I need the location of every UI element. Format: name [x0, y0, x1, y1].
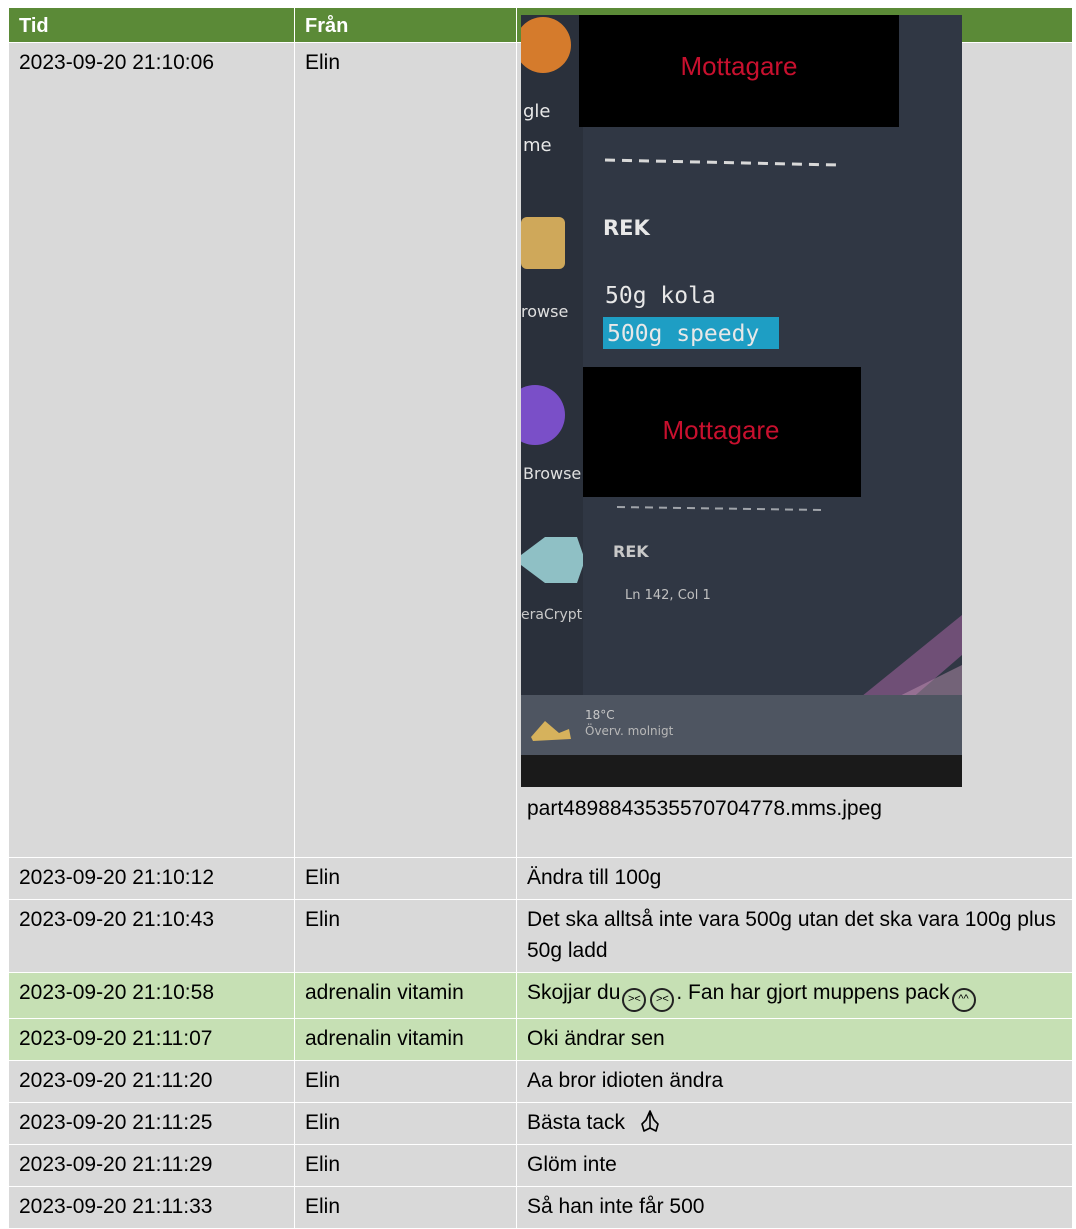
time-cell: 2023-09-20 21:11:29	[8, 1144, 295, 1187]
svg-text:Ln 142, Col 1: Ln 142, Col 1	[625, 588, 711, 603]
svg-text:Mottagare: Mottagare	[680, 51, 797, 81]
svg-text:Mottagare: Mottagare	[662, 415, 779, 445]
svg-text:REK: REK	[603, 216, 651, 240]
content-cell: Bästa tack	[516, 1102, 1073, 1145]
svg-text:REK: REK	[613, 542, 649, 561]
table-row: 2023-09-20 21:11:29 Elin Glöm inte	[8, 1144, 1073, 1187]
message-text: Skojjar du	[527, 981, 621, 1004]
svg-text:eraCrypt: eraCrypt	[521, 607, 583, 623]
from-cell: Elin	[294, 899, 517, 973]
svg-text:Överv. molnigt: Överv. molnigt	[585, 722, 674, 738]
content-cell: gle me rowse Browse eraCrypt Mottagare R…	[505, 15, 1073, 858]
svg-text:Browse: Browse	[523, 464, 581, 483]
svg-text:500g speedy: 500g speedy	[607, 321, 759, 347]
content-cell: Skojjar du >< ><. Fan har gjort muppens pa…	[516, 972, 1073, 1019]
confounded-face-icon: ><	[622, 988, 647, 1012]
table-row: 2023-09-20 21:11:07 adrenalin vitamin Ok…	[8, 1018, 1073, 1061]
content-cell: Det ska alltså inte vara 500g utan det s…	[516, 899, 1073, 973]
time-cell: 2023-09-20 21:10:43	[8, 899, 295, 973]
from-cell: Elin	[294, 1102, 517, 1145]
folded-hands-icon	[641, 1110, 659, 1132]
content-cell: Så han inte får 500	[516, 1186, 1073, 1229]
time-cell: 2023-09-20 21:11:25	[8, 1102, 295, 1145]
time-cell: 2023-09-20 21:10:12	[8, 857, 295, 900]
message-text: Bästa tack	[527, 1111, 626, 1134]
tears-of-joy-face-icon: ^^	[951, 988, 976, 1012]
from-cell: Elin	[294, 42, 517, 858]
from-cell: Elin	[294, 1186, 517, 1229]
table-row: 2023-09-20 21:10:12 Elin Ändra till 100g	[8, 857, 1073, 900]
time-cell: 2023-09-20 21:11:20	[8, 1060, 295, 1103]
table-row: 2023-09-20 21:10:58 adrenalin vitamin Sk…	[8, 972, 1073, 1019]
time-cell: 2023-09-20 21:11:07	[8, 1018, 295, 1061]
attachment-filename[interactable]: part4898843535570704778.mms.jpeg	[527, 795, 1062, 823]
content-cell: Glöm inte	[516, 1144, 1073, 1187]
from-cell: Elin	[294, 857, 517, 900]
table-row: 2023-09-20 21:10:43 Elin Det ska alltså …	[8, 899, 1073, 973]
message-text: . Fan har gjort muppens pack	[676, 981, 950, 1004]
time-cell: 2023-09-20 21:11:33	[8, 1186, 295, 1229]
time-cell: 2023-09-20 21:10:58	[8, 972, 295, 1019]
attachment-photo[interactable]: gle me rowse Browse eraCrypt Mottagare R…	[505, 15, 962, 787]
svg-text:50g kola: 50g kola	[605, 283, 716, 309]
content-cell: Oki ändrar sen	[516, 1018, 1073, 1061]
svg-text:rowse: rowse	[521, 302, 568, 321]
table-row: 2023-09-20 21:11:20 Elin Aa bror idioten…	[8, 1060, 1073, 1103]
table-row: 2023-09-20 21:11:25 Elin Bästa tack	[8, 1102, 1073, 1145]
content-cell: Aa bror idioten ändra	[516, 1060, 1073, 1103]
svg-text:me: me	[523, 135, 552, 156]
header-from: Från	[294, 8, 517, 43]
message-table: Tid Från Innehåll 2023-09-20 21:10:06 El…	[8, 8, 1073, 1229]
from-cell: Elin	[294, 1060, 517, 1103]
from-cell: Elin	[294, 1144, 517, 1187]
header-time: Tid	[8, 8, 295, 43]
svg-text:gle: gle	[523, 101, 551, 122]
app-icon-yellow	[521, 217, 565, 269]
from-cell: adrenalin vitamin	[294, 1018, 517, 1061]
time-cell: 2023-09-20 21:10:06	[8, 42, 295, 858]
from-cell: adrenalin vitamin	[294, 972, 517, 1019]
confounded-face-icon: ><	[650, 988, 675, 1012]
content-cell: Ändra till 100g	[516, 857, 1073, 900]
table-row: 2023-09-20 21:11:33 Elin Så han inte får…	[8, 1186, 1073, 1229]
table-row: 2023-09-20 21:10:06 Elin gle me rowse Br…	[8, 15, 1073, 858]
svg-text:18°C: 18°C	[585, 708, 615, 722]
